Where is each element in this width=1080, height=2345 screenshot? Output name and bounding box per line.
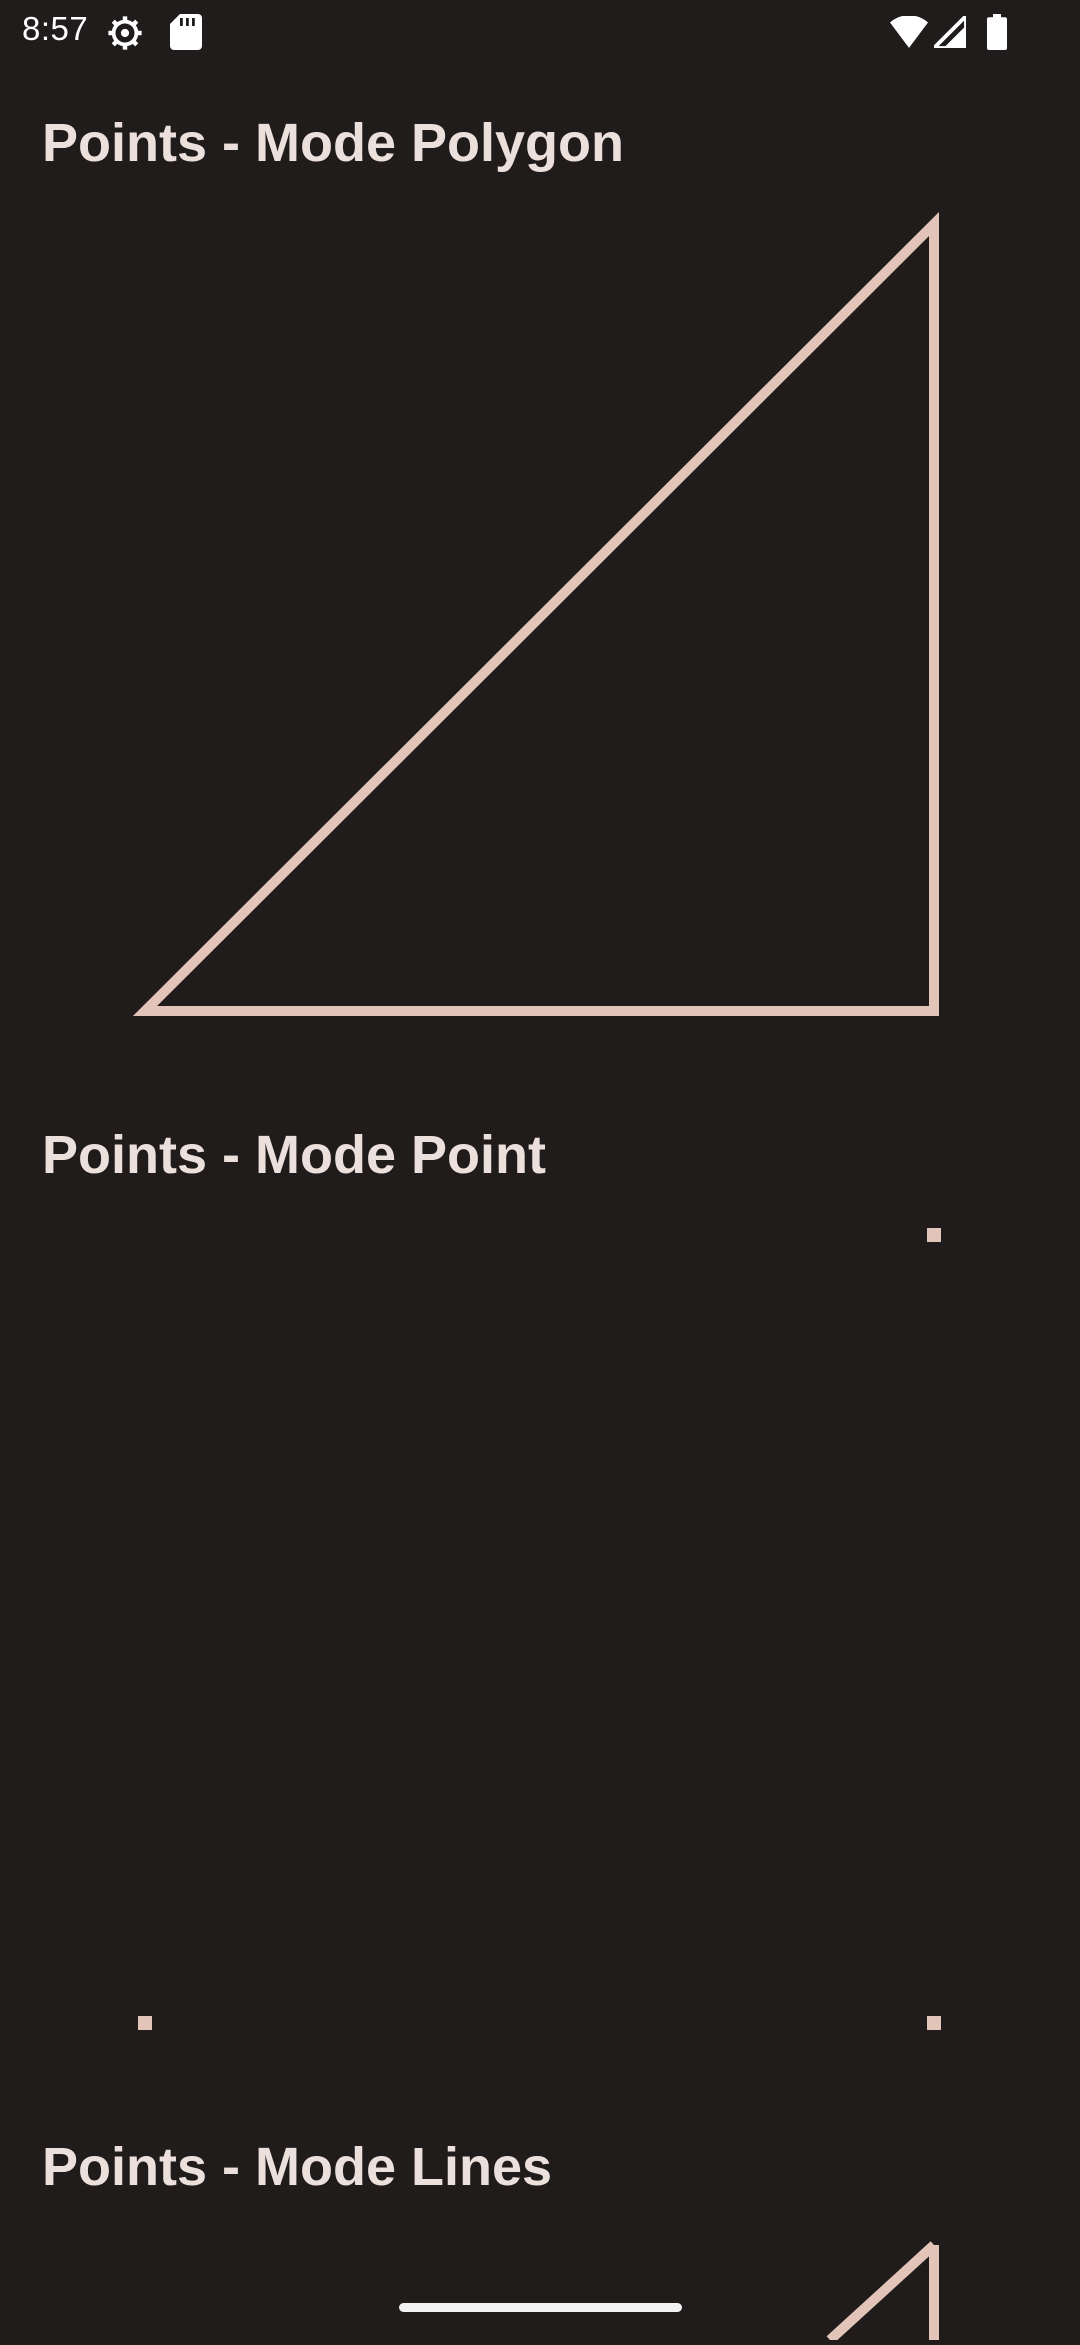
gesture-nav-handle[interactable]	[399, 2303, 682, 2312]
cell-signal-icon	[929, 11, 968, 53]
polygon-canvas	[0, 210, 1080, 1040]
section-title-lines: Points - Mode Lines	[42, 2137, 553, 2197]
wifi-icon	[890, 15, 928, 53]
point-marker-bottom-right	[927, 2016, 941, 2030]
polygon-shape	[132, 211, 939, 1016]
section-title-polygon: Points - Mode Polygon	[42, 113, 624, 173]
sd-card-icon	[170, 14, 202, 55]
point-marker-bottom-left	[138, 2016, 152, 2030]
point-canvas	[0, 1220, 1080, 2050]
lines-diagonal-segment	[826, 2241, 938, 2344]
battery-icon	[987, 14, 1007, 55]
status-bar: 8:57	[0, 0, 1080, 64]
settings-icon	[106, 14, 144, 57]
point-marker-top-right	[927, 1228, 941, 1242]
lines-canvas	[0, 2235, 1080, 2344]
status-time: 8:57	[22, 10, 89, 47]
section-title-point: Points - Mode Point	[42, 1125, 546, 1185]
